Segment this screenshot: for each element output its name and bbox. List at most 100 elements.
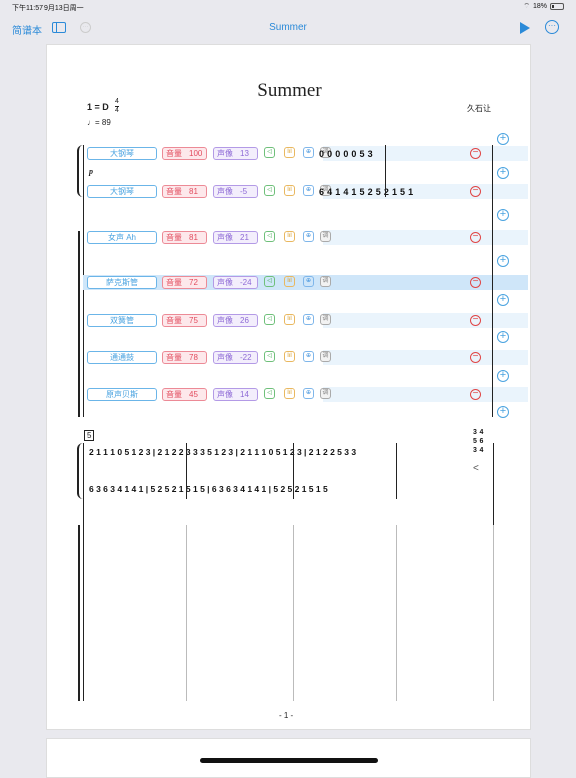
add-track-icon[interactable]: + [497, 406, 509, 418]
chord-icon[interactable]: lıl [284, 276, 295, 287]
speaker-icon[interactable]: ◁ [264, 388, 275, 399]
system2-barline-lower [493, 525, 494, 701]
home-indicator [200, 758, 378, 763]
score-page: Summer 1 = D 44 ♩= 89 久石让 大钢琴 音量 100 声像 13 ◁ l… [46, 44, 531, 730]
status-date: 9月13日周一 [44, 5, 84, 12]
play-icon[interactable] [520, 22, 530, 34]
tune-icon[interactable]: 调 [320, 351, 331, 362]
volume-control[interactable]: 音量 100 [162, 147, 207, 160]
remove-track-icon[interactable]: − [470, 148, 481, 159]
sync-icon[interactable]: ⊕ [303, 314, 314, 325]
remove-track-icon[interactable]: − [470, 186, 481, 197]
instrument-button[interactable]: 萨克斯管 [87, 276, 157, 289]
status-bar: 下午11:57 9月13日周一 ⌔ 18% [0, 0, 576, 14]
add-track-icon[interactable]: + [497, 294, 509, 306]
status-time: 下午11:57 [12, 5, 43, 12]
remove-track-icon[interactable]: − [470, 277, 481, 288]
system1-track2-notes: 6 4 1 4 1 5 2 5 2 1 5 1 [319, 187, 414, 197]
measure-number: 5 [84, 430, 95, 441]
sync-icon[interactable]: ⊕ [303, 147, 314, 158]
tune-icon[interactable]: 调 [320, 314, 331, 325]
system2-barline [186, 443, 187, 499]
chord-mid: 5 6 [473, 438, 484, 445]
speaker-icon[interactable]: ◁ [264, 314, 275, 325]
score-title: Summer [257, 80, 322, 101]
add-track-icon[interactable]: + [497, 255, 509, 267]
speaker-icon[interactable]: ◁ [264, 147, 275, 158]
system2-barline-lower [186, 525, 187, 701]
track-row-band[interactable] [323, 387, 528, 402]
key-signature: 1 = D [87, 102, 109, 112]
system2-lower-notes: 6 3 6 3 4 1 4 1 | 5 2 5 2 1 5 1 5 | 6 3 … [89, 484, 328, 494]
battery-percent: 18% [532, 3, 547, 10]
pan-control[interactable]: 声像 -24 [213, 276, 258, 289]
tune-icon[interactable]: 调 [320, 388, 331, 399]
add-track-icon[interactable]: + [497, 133, 509, 145]
time-signature: 44 [115, 98, 119, 114]
composer: 久石让 [467, 104, 491, 113]
chord-icon[interactable]: lıl [284, 231, 295, 242]
chord-icon[interactable]: lıl [284, 314, 295, 325]
instrument-button[interactable]: 大钢琴 [87, 185, 157, 198]
system1-bar-1 [385, 145, 386, 197]
volume-control[interactable]: 音量 81 [162, 185, 207, 198]
pan-control[interactable]: 声像 14 [213, 388, 258, 401]
chord-icon[interactable]: lıl [284, 388, 295, 399]
add-track-icon[interactable]: + [497, 370, 509, 382]
volume-control[interactable]: 音量 81 [162, 231, 207, 244]
nav-title: Summer [269, 22, 307, 33]
pan-control[interactable]: 声像 26 [213, 314, 258, 327]
sync-icon[interactable]: ⊕ [303, 231, 314, 242]
track-row-band[interactable] [323, 230, 528, 245]
instrument-button[interactable]: 大钢琴 [87, 147, 157, 160]
instrument-button[interactable]: 女声 Ah [87, 231, 157, 244]
sync-icon[interactable]: ⊕ [303, 351, 314, 362]
instrument-button[interactable]: 通通鼓 [87, 351, 157, 364]
add-track-icon[interactable]: + [497, 331, 509, 343]
system2-left-bar [83, 443, 84, 701]
volume-control[interactable]: 音量 75 [162, 314, 207, 327]
instrument-button[interactable]: 原声贝斯 [87, 388, 157, 401]
pan-control[interactable]: 声像 -5 [213, 185, 258, 198]
volume-control[interactable]: 音量 78 [162, 351, 207, 364]
battery-icon [550, 3, 564, 10]
speaker-icon[interactable]: ◁ [264, 351, 275, 362]
chord-bot: 3 4 [473, 447, 484, 454]
track-row-band[interactable] [323, 313, 528, 328]
instrument-button[interactable]: 双簧管 [87, 314, 157, 327]
tempo-mark: ♩= 89 [87, 118, 111, 127]
chord-icon[interactable]: lıl [284, 147, 295, 158]
remove-track-icon[interactable]: − [470, 389, 481, 400]
tune-icon[interactable]: 调 [320, 231, 331, 242]
system2-bracket [78, 525, 82, 701]
chord-icon[interactable]: lıl [284, 185, 295, 196]
sync-icon[interactable]: ⊕ [303, 388, 314, 399]
volume-control[interactable]: 音量 72 [162, 276, 207, 289]
system2-barline [293, 443, 294, 499]
system2-upper-notes: 2 1 1 1 0 5 1 2 3 | 2 1 2 2 3 3 3 5 1 2 … [89, 447, 357, 457]
pan-control[interactable]: 声像 13 [213, 147, 258, 160]
status-right: ⌔ 18% [523, 2, 564, 11]
speaker-icon[interactable]: ◁ [264, 276, 275, 287]
sync-icon[interactable]: ⊕ [303, 185, 314, 196]
remove-track-icon[interactable]: − [470, 315, 481, 326]
track-row-band[interactable] [323, 350, 528, 365]
pan-control[interactable]: 声像 21 [213, 231, 258, 244]
add-track-icon[interactable]: + [497, 209, 509, 221]
more-icon[interactable]: ··· [545, 20, 559, 34]
remove-track-icon[interactable]: − [470, 232, 481, 243]
remove-track-icon[interactable]: − [470, 352, 481, 363]
pan-control[interactable]: 声像 -22 [213, 351, 258, 364]
chord-icon[interactable]: lıl [284, 351, 295, 362]
system2-barline [396, 443, 397, 499]
sync-icon[interactable]: ⊕ [303, 276, 314, 287]
tune-icon[interactable]: 调 [320, 276, 331, 287]
dynamic-mark: p [89, 167, 93, 176]
crescendo-mark: < [473, 463, 479, 474]
system1-bracket [78, 231, 82, 417]
page-number: - 1 - [279, 711, 294, 720]
add-track-icon[interactable]: + [497, 167, 509, 179]
speaker-icon[interactable]: ◁ [264, 185, 275, 196]
speaker-icon[interactable]: ◁ [264, 231, 275, 242]
volume-control[interactable]: 音量 45 [162, 388, 207, 401]
